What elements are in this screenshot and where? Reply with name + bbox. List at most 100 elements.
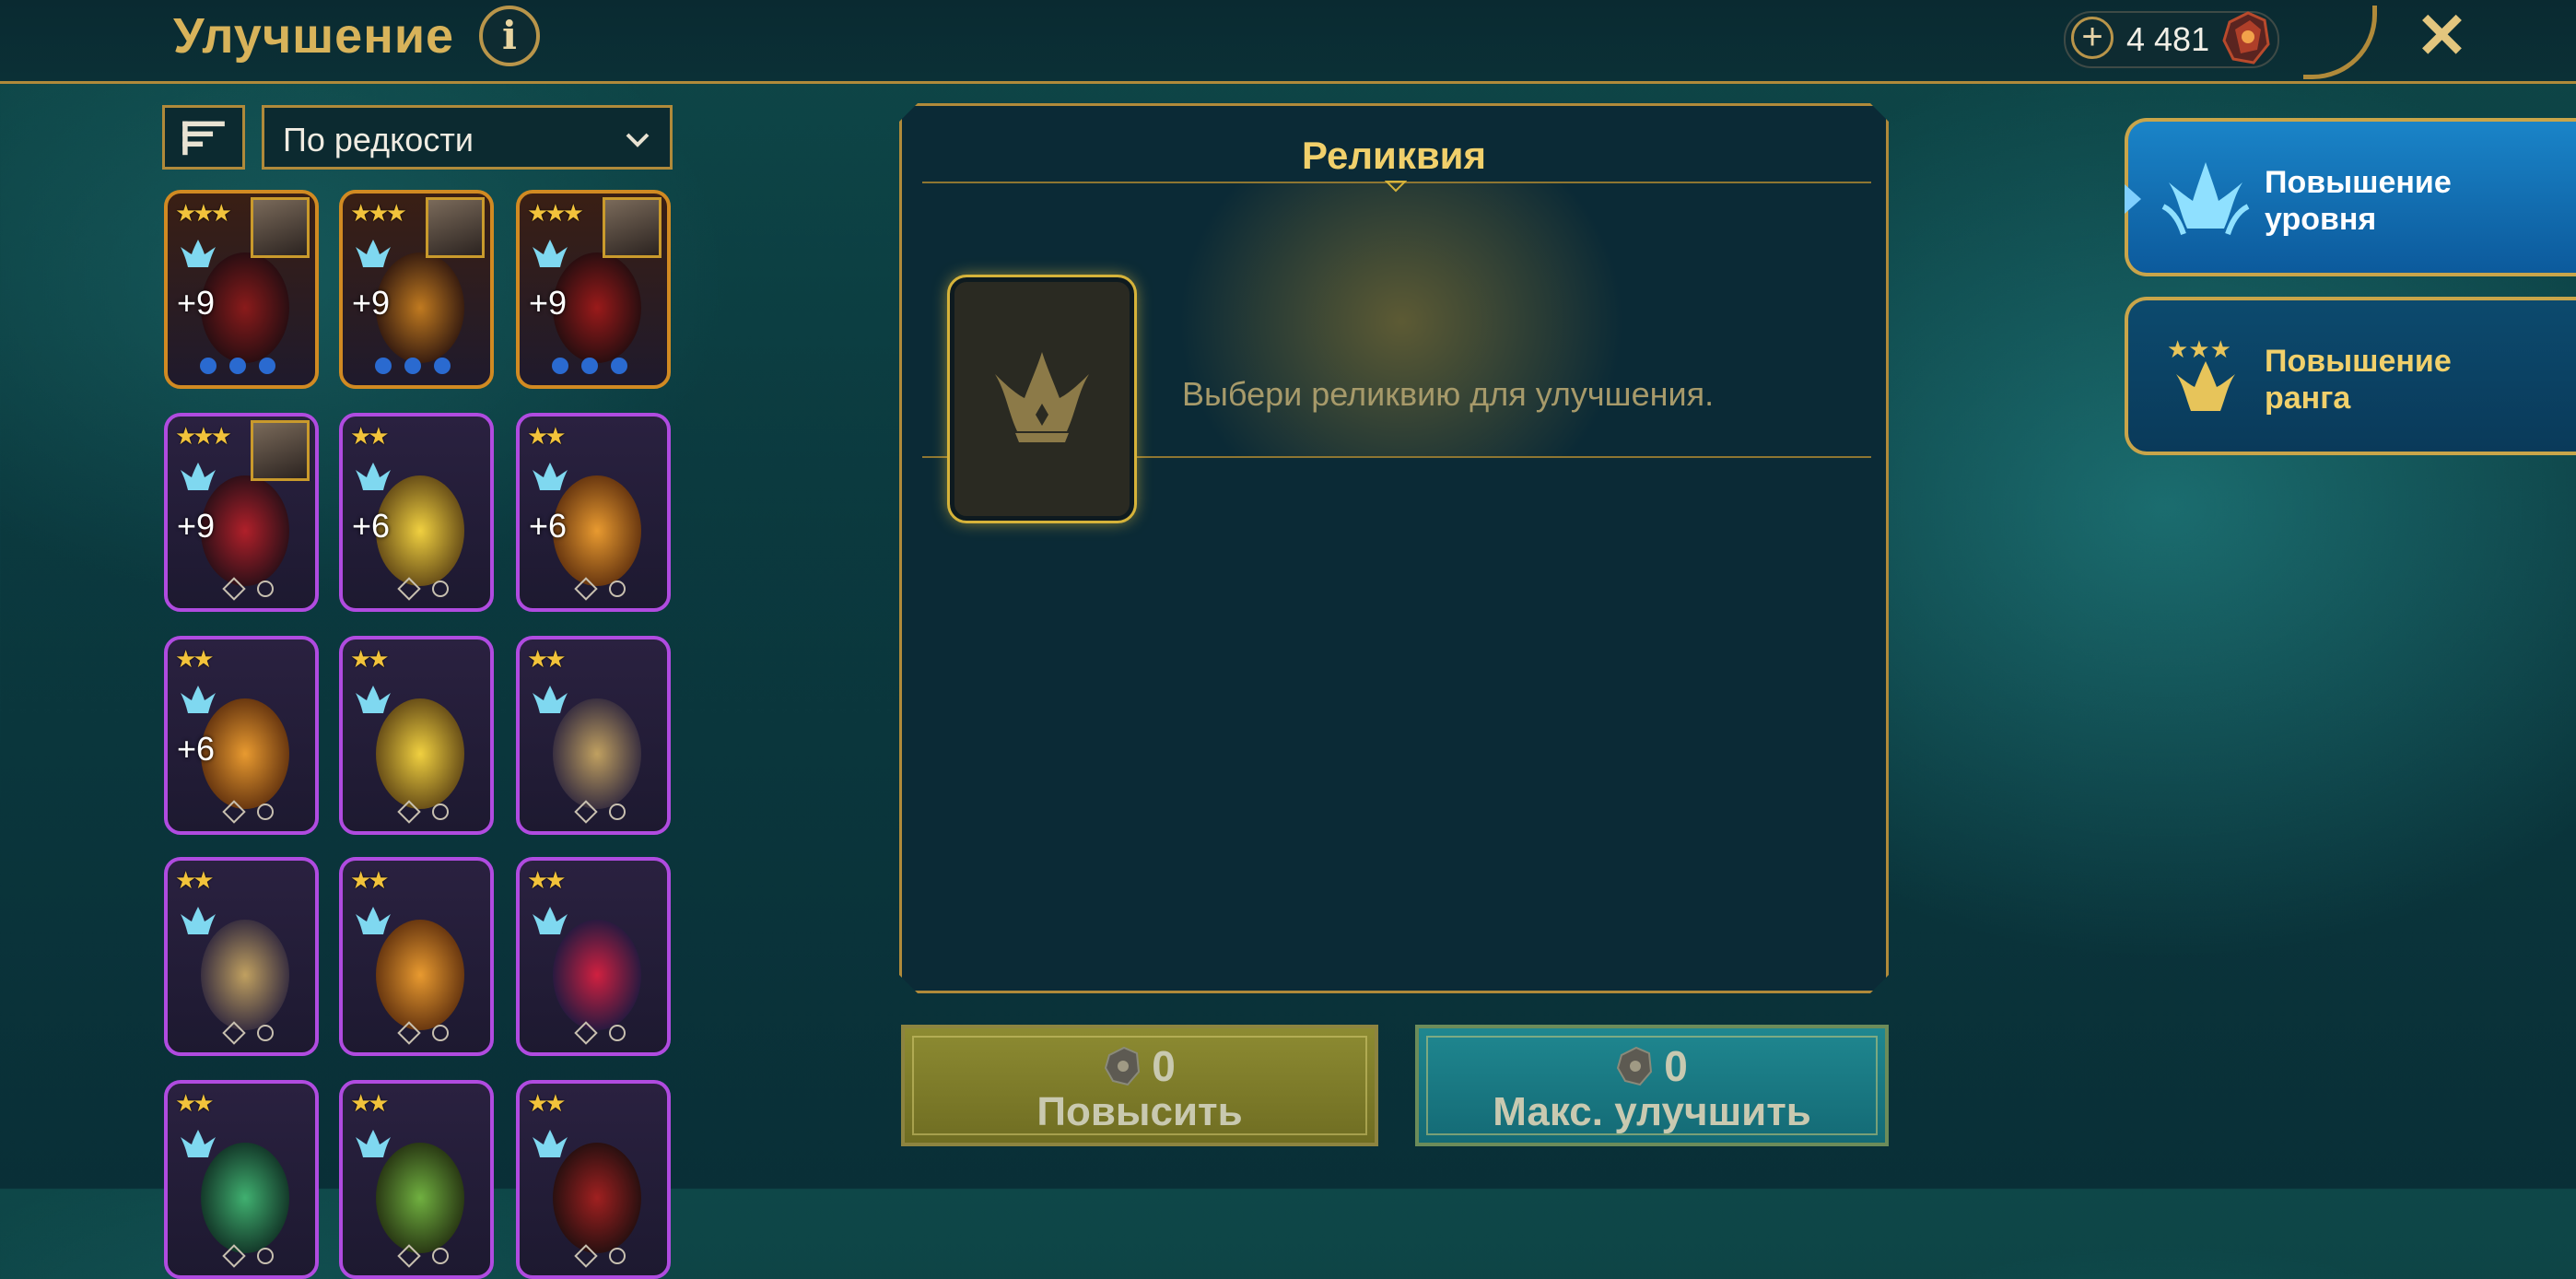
tab-rank-up-label: Повышение ранга [2265, 343, 2452, 417]
crown-icon [181, 240, 216, 267]
close-button[interactable]: ✕ [2416, 0, 2468, 73]
substat-gems-icon [222, 1244, 274, 1268]
substat-gems-icon [397, 1244, 449, 1268]
relic-hint-text: Выбери реликвию для улучшения. [1182, 375, 1715, 413]
rarity-stars: ★★ [175, 645, 215, 673]
sort-dropdown-value: По редкости [283, 121, 474, 158]
upgrade-cost: 0 [905, 1041, 1375, 1091]
substat-gems-icon [574, 1244, 626, 1268]
rarity-stars: ★★★ [350, 199, 407, 227]
crown-icon [356, 907, 391, 934]
substat-gems-icon [574, 800, 626, 824]
rarity-stars: ★★ [527, 422, 567, 450]
artifact-card[interactable]: ★★ +6 [339, 413, 494, 612]
rarity-stars: ★★ [350, 866, 390, 894]
crown-icon [356, 1130, 391, 1157]
relic-slot[interactable] [950, 277, 1134, 521]
artifact-card[interactable]: ★★ [516, 636, 671, 835]
champion-avatar [251, 197, 310, 258]
silver-stone-icon [2222, 11, 2270, 65]
crown-icon [181, 907, 216, 934]
rarity-stars: ★★ [527, 645, 567, 673]
artifact-card[interactable]: ★★★ +9 [516, 190, 671, 389]
rarity-stars: ★★ [175, 866, 215, 894]
crown-stars-icon: ★★★ [2167, 336, 2235, 411]
artifact-card[interactable]: ★★ [164, 857, 319, 1056]
artifact-card[interactable]: ★★★ +9 [339, 190, 494, 389]
substat-gems-icon [222, 800, 274, 824]
svg-text:★★★: ★★★ [2167, 336, 2231, 364]
max-upgrade-button[interactable]: 0 Макс. улучшить [1415, 1025, 1889, 1146]
relic-slot-band: Выбери реликвию для улучшения. [922, 182, 1871, 458]
sort-order-button[interactable] [162, 105, 245, 170]
silver-stone-icon [1617, 1046, 1653, 1086]
crown-icon [356, 686, 391, 713]
rarity-stars: ★★★ [175, 422, 232, 450]
substat-gems-icon [200, 358, 275, 374]
crown-icon [181, 686, 216, 713]
champion-avatar [426, 197, 485, 258]
substat-gems-icon [397, 800, 449, 824]
artifact-card[interactable]: ★★ [339, 857, 494, 1056]
artifact-card[interactable]: ★★ +6 [516, 413, 671, 612]
corner-decoration [2303, 6, 2377, 79]
crown-icon [533, 463, 568, 490]
tab-rank-up-label-line1: Повышение [2265, 344, 2452, 379]
crown-icon [2161, 162, 2250, 235]
artifact-level: +9 [177, 284, 216, 322]
tab-level-up-label: Повышение уровня [2265, 164, 2452, 238]
substat-gems-icon [222, 1021, 274, 1045]
currency-amount: 4 481 [2126, 20, 2210, 58]
champion-avatar [251, 420, 310, 481]
sort-dropdown[interactable]: По редкости [262, 105, 673, 170]
rarity-stars: ★★ [350, 645, 390, 673]
substat-gems-icon [222, 577, 274, 601]
artifact-card[interactable]: ★★ [164, 1080, 319, 1279]
artifact-card[interactable]: ★★ [516, 1080, 671, 1279]
rarity-stars: ★★★ [175, 199, 232, 227]
artifact-card[interactable]: ★★★ +9 [164, 413, 319, 612]
substat-gems-icon [574, 577, 626, 601]
rarity-stars: ★★ [527, 866, 567, 894]
artifact-card[interactable]: ★★ [516, 857, 671, 1056]
artifact-level: +6 [352, 507, 391, 545]
upgrade-label: Повысить [1036, 1089, 1243, 1134]
artifact-level: +9 [529, 284, 568, 322]
tab-rank-up[interactable]: ★★★ Повышение ранга [2125, 297, 2576, 455]
top-bar: Улучшение i + 4 481 ✕ [0, 0, 2576, 84]
artifact-card[interactable]: ★★ +6 [164, 636, 319, 835]
substat-gems-icon [552, 358, 627, 374]
crown-icon [181, 1130, 216, 1157]
crown-icon [533, 686, 568, 713]
add-currency-button[interactable]: + [2071, 17, 2113, 59]
artifact-level: +9 [352, 284, 391, 322]
relic-panel: Реликвия Выбери реликвию для улучшения. [899, 103, 1889, 993]
crown-icon [533, 240, 568, 267]
silver-stone-icon [1105, 1046, 1141, 1086]
artifact-card[interactable]: ★★★ +9 [164, 190, 319, 389]
crown-icon [988, 346, 1096, 448]
substat-gems-icon [397, 577, 449, 601]
page-title: Улучшение [173, 8, 455, 64]
upgrade-cost-value: 0 [1152, 1042, 1176, 1090]
sort-icon [182, 121, 225, 156]
max-upgrade-label: Макс. улучшить [1493, 1089, 1811, 1134]
rarity-stars: ★★ [175, 1089, 215, 1117]
tab-level-up[interactable]: Повышение уровня [2125, 118, 2576, 276]
upgrade-button[interactable]: 0 Повысить [901, 1025, 1378, 1146]
rarity-stars: ★★ [350, 1089, 390, 1117]
tab-level-up-label-line2: уровня [2265, 202, 2377, 237]
rarity-stars: ★★ [350, 422, 390, 450]
artifact-card[interactable]: ★★ [339, 1080, 494, 1279]
artifact-level: +6 [529, 507, 568, 545]
rarity-stars: ★★ [527, 1089, 567, 1117]
crown-icon [533, 907, 568, 934]
artifact-card[interactable]: ★★ [339, 636, 494, 835]
artifact-level: +6 [177, 730, 216, 768]
crown-icon [181, 463, 216, 490]
tab-level-up-label-line1: Повышение [2265, 165, 2452, 200]
crown-icon [356, 240, 391, 267]
crown-icon [356, 463, 391, 490]
triangle-marker-icon [1385, 180, 1407, 193]
info-button[interactable]: i [479, 6, 540, 66]
